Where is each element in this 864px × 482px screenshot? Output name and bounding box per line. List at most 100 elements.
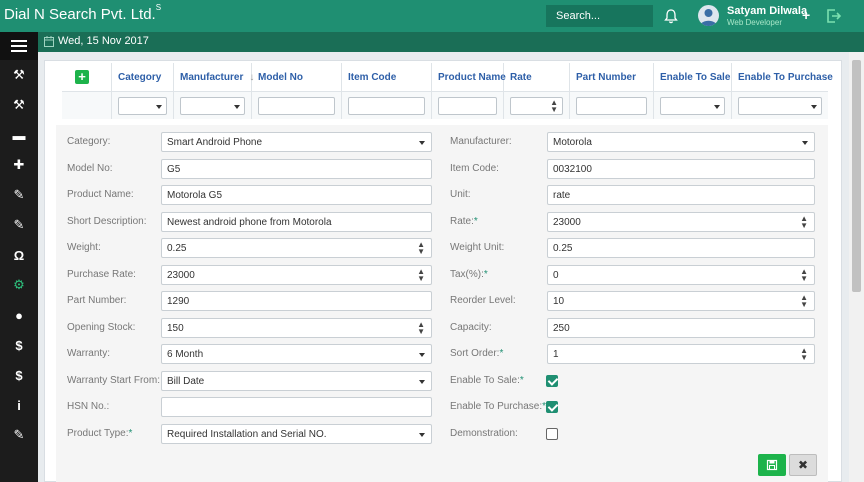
truck-icon[interactable]: ▬ bbox=[0, 120, 38, 150]
column-filter-input[interactable] bbox=[660, 97, 725, 115]
spinner-icon[interactable]: ▲ ▼ bbox=[800, 347, 808, 362]
user-icon[interactable]: ● bbox=[0, 300, 38, 330]
column-filter-input[interactable] bbox=[118, 97, 167, 115]
field-value: Required Installation and Serial NO. bbox=[167, 429, 327, 440]
column-header-label: Model No bbox=[258, 72, 303, 83]
chevron-down-icon bbox=[419, 433, 425, 437]
column-filter-input[interactable] bbox=[180, 97, 245, 115]
select-field[interactable]: Required Installation and Serial NO. bbox=[161, 424, 432, 444]
column-header[interactable]: Rate bbox=[504, 63, 569, 91]
cogs-icon[interactable]: ⚙ bbox=[0, 270, 38, 300]
chevron-down-icon bbox=[156, 105, 162, 109]
column-filter-input[interactable] bbox=[348, 97, 425, 115]
chevron-down-icon bbox=[419, 141, 425, 145]
required-marker: * bbox=[483, 269, 488, 280]
number-field[interactable]: 23000 ▲ ▼ bbox=[161, 265, 432, 285]
product-grid-header: + Category Manufacturer ↓ Model No Item Code P… bbox=[62, 63, 833, 119]
select-field[interactable]: 6 Month bbox=[161, 344, 432, 364]
add-row-button[interactable]: + bbox=[75, 70, 89, 84]
avatar[interactable] bbox=[698, 5, 719, 26]
gavel-icon[interactable]: ⚒ bbox=[0, 60, 38, 90]
number-field[interactable]: 10 ▲ ▼ bbox=[547, 291, 815, 311]
text-field[interactable]: Newest android phone from Motorola bbox=[161, 212, 432, 232]
spinner-icon[interactable]: ▲ ▼ bbox=[800, 215, 808, 230]
number-field[interactable]: 1 ▲ ▼ bbox=[547, 344, 815, 364]
date-bar: Wed, 15 Nov 2017 bbox=[38, 32, 864, 52]
headphones-icon[interactable]: Ω bbox=[0, 240, 38, 270]
add-icon[interactable]: + bbox=[802, 8, 810, 22]
select-field[interactable]: Motorola bbox=[547, 132, 815, 152]
column-header[interactable]: Product Name bbox=[432, 63, 506, 91]
gavel-icon[interactable]: ⚒ bbox=[0, 90, 38, 120]
wrench-icon[interactable]: ✎ bbox=[0, 210, 38, 240]
scrollbar-thumb[interactable] bbox=[852, 60, 861, 292]
select-field[interactable]: Bill Date bbox=[161, 371, 432, 391]
user-name[interactable]: Satyam Dilwala bbox=[727, 5, 807, 17]
spinner-icon[interactable]: ▲ ▼ bbox=[417, 268, 425, 283]
column-header[interactable]: Enable To Purchase bbox=[732, 63, 833, 91]
chevron-down-icon bbox=[714, 105, 720, 109]
number-field[interactable]: 0 ▲ ▼ bbox=[547, 265, 815, 285]
text-field[interactable]: rate bbox=[547, 185, 815, 205]
column-filter-input[interactable] bbox=[738, 97, 822, 115]
text-field[interactable]: Motorola G5 bbox=[161, 185, 432, 205]
spinner-icon[interactable]: ▲ ▼ bbox=[800, 268, 808, 283]
checkbox[interactable] bbox=[546, 375, 558, 387]
column-header-label: Enable To Purchase bbox=[738, 72, 833, 83]
search-input[interactable]: Search... bbox=[546, 5, 653, 27]
wrench-icon[interactable]: ✎ bbox=[0, 180, 38, 210]
vertical-scrollbar[interactable] bbox=[849, 52, 864, 482]
number-field[interactable]: 0.25 ▲ ▼ bbox=[161, 238, 432, 258]
wrench-icon[interactable]: ✎ bbox=[0, 420, 38, 450]
dollar-icon[interactable]: $ bbox=[0, 360, 38, 390]
field-label-text: Product Type: bbox=[67, 428, 129, 439]
top-header: Dial N Search Pvt. Ltd.S Search... Satya… bbox=[0, 0, 864, 32]
column-header[interactable]: Part Number bbox=[570, 63, 653, 91]
grid-column: Model No bbox=[252, 63, 342, 119]
field-value: 0.25 bbox=[167, 243, 187, 254]
column-header-label: Item Code bbox=[348, 72, 397, 83]
brand-superscript: S bbox=[155, 3, 162, 12]
column-filter-input[interactable]: ▲ ▼ bbox=[510, 97, 563, 115]
text-field[interactable]: 0.25 bbox=[547, 238, 815, 258]
checkbox[interactable] bbox=[546, 401, 558, 413]
column-filter-cell: ▲ ▼ bbox=[504, 91, 569, 119]
spinner-icon[interactable]: ▲ ▼ bbox=[417, 241, 425, 256]
column-header[interactable]: Item Code bbox=[342, 63, 431, 91]
column-filter-input[interactable] bbox=[576, 97, 647, 115]
text-field[interactable]: G5 bbox=[161, 159, 432, 179]
text-field[interactable] bbox=[161, 397, 432, 417]
dollar-icon[interactable]: $ bbox=[0, 330, 38, 360]
spinner-icon[interactable]: ▲ ▼ bbox=[800, 294, 808, 309]
column-filter-input[interactable] bbox=[258, 97, 335, 115]
field-label: Product Type:* bbox=[67, 428, 132, 439]
column-filter-input[interactable] bbox=[438, 97, 497, 115]
column-header[interactable]: Model No bbox=[252, 63, 341, 91]
menu-icon[interactable] bbox=[0, 32, 38, 60]
column-header[interactable]: Category bbox=[112, 63, 173, 91]
text-field[interactable]: 0032100 bbox=[547, 159, 815, 179]
calendar-icon bbox=[44, 36, 54, 47]
spinner-icon[interactable]: ▲ ▼ bbox=[417, 321, 425, 336]
field-label: Weight: bbox=[67, 242, 101, 253]
number-field[interactable]: 23000 ▲ ▼ bbox=[547, 212, 815, 232]
brand-title[interactable]: Dial N Search Pvt. Ltd.S bbox=[4, 3, 162, 23]
column-header[interactable]: Enable To Sale bbox=[654, 63, 731, 91]
puzzle-icon[interactable]: ✚ bbox=[0, 150, 38, 180]
floppy-icon bbox=[766, 459, 778, 471]
info-icon[interactable]: i bbox=[0, 390, 38, 420]
spinner-icon[interactable]: ▲ ▼ bbox=[550, 99, 558, 114]
text-field[interactable]: 1290 bbox=[161, 291, 432, 311]
bell-icon[interactable] bbox=[663, 8, 679, 24]
text-field[interactable]: 250 bbox=[547, 318, 815, 338]
column-header[interactable]: Manufacturer ↓ bbox=[174, 63, 254, 91]
sidebar: ⚒ ⚒ ▬ ✚ ✎ ✎ Ω ⚙ ● $ $ i ✎ bbox=[0, 32, 38, 482]
select-field[interactable]: Smart Android Phone bbox=[161, 132, 432, 152]
column-filter-cell bbox=[654, 91, 731, 119]
logout-icon[interactable] bbox=[826, 8, 842, 24]
cancel-button[interactable]: ✖ bbox=[789, 454, 817, 476]
column-filter-cell bbox=[732, 91, 828, 119]
number-field[interactable]: 150 ▲ ▼ bbox=[161, 318, 432, 338]
checkbox[interactable] bbox=[546, 428, 558, 440]
save-button[interactable] bbox=[758, 454, 786, 476]
